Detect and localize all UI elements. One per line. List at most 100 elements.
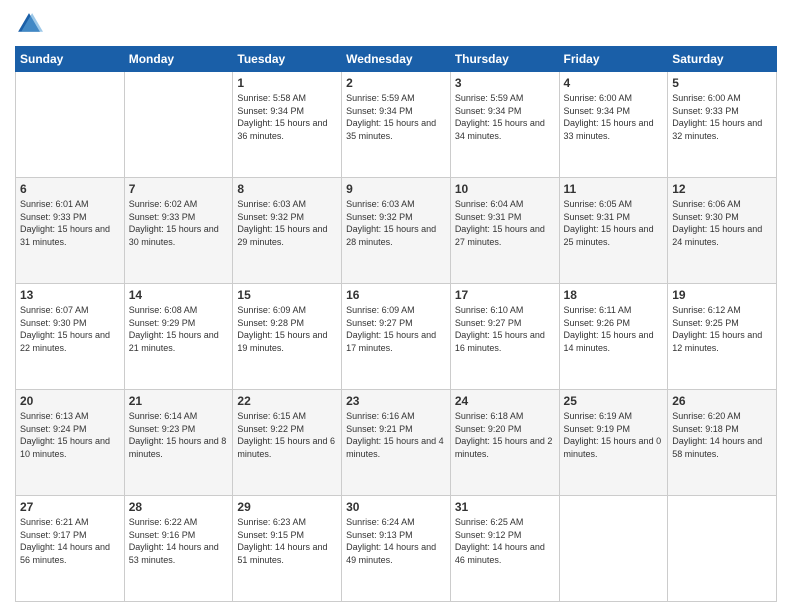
day-of-week-header: Saturday xyxy=(668,47,777,72)
day-info: Sunrise: 6:03 AMSunset: 9:32 PMDaylight:… xyxy=(346,198,446,248)
calendar-cell: 15 Sunrise: 6:09 AMSunset: 9:28 PMDayligh… xyxy=(233,284,342,390)
day-info: Sunrise: 6:10 AMSunset: 9:27 PMDaylight:… xyxy=(455,304,555,354)
day-number: 29 xyxy=(237,500,337,514)
day-number: 2 xyxy=(346,76,446,90)
calendar-cell: 19 Sunrise: 6:12 AMSunset: 9:25 PMDayligh… xyxy=(668,284,777,390)
day-number: 19 xyxy=(672,288,772,302)
calendar-week-row: 13 Sunrise: 6:07 AMSunset: 9:30 PMDayligh… xyxy=(16,284,777,390)
calendar-cell: 24 Sunrise: 6:18 AMSunset: 9:20 PMDayligh… xyxy=(450,390,559,496)
day-number: 13 xyxy=(20,288,120,302)
day-info: Sunrise: 5:59 AMSunset: 9:34 PMDaylight:… xyxy=(346,92,446,142)
day-info: Sunrise: 6:21 AMSunset: 9:17 PMDaylight:… xyxy=(20,516,120,566)
calendar-cell xyxy=(559,496,668,602)
day-info: Sunrise: 6:14 AMSunset: 9:23 PMDaylight:… xyxy=(129,410,229,460)
calendar-cell: 20 Sunrise: 6:13 AMSunset: 9:24 PMDayligh… xyxy=(16,390,125,496)
day-info: Sunrise: 6:06 AMSunset: 9:30 PMDaylight:… xyxy=(672,198,772,248)
day-of-week-header: Friday xyxy=(559,47,668,72)
day-info: Sunrise: 6:09 AMSunset: 9:27 PMDaylight:… xyxy=(346,304,446,354)
calendar-cell: 3 Sunrise: 5:59 AMSunset: 9:34 PMDaylight… xyxy=(450,72,559,178)
calendar-week-row: 1Sunrise: 5:58 AMSunset: 9:34 PMDaylight… xyxy=(16,72,777,178)
day-number: 24 xyxy=(455,394,555,408)
day-info: Sunrise: 6:01 AMSunset: 9:33 PMDaylight:… xyxy=(20,198,120,248)
calendar-header-row: SundayMondayTuesdayWednesdayThursdayFrid… xyxy=(16,47,777,72)
calendar-cell: 5 Sunrise: 6:00 AMSunset: 9:33 PMDaylight… xyxy=(668,72,777,178)
calendar-week-row: 20 Sunrise: 6:13 AMSunset: 9:24 PMDayligh… xyxy=(16,390,777,496)
day-info: Sunrise: 6:24 AMSunset: 9:13 PMDaylight:… xyxy=(346,516,446,566)
day-of-week-header: Wednesday xyxy=(342,47,451,72)
day-info: Sunrise: 6:25 AMSunset: 9:12 PMDaylight:… xyxy=(455,516,555,566)
calendar-cell: 22 Sunrise: 6:15 AMSunset: 9:22 PMDayligh… xyxy=(233,390,342,496)
day-info: Sunrise: 6:03 AMSunset: 9:32 PMDaylight:… xyxy=(237,198,337,248)
day-number: 10 xyxy=(455,182,555,196)
day-info: Sunrise: 6:00 AMSunset: 9:33 PMDaylight:… xyxy=(672,92,772,142)
day-number: 17 xyxy=(455,288,555,302)
calendar-cell: 16 Sunrise: 6:09 AMSunset: 9:27 PMDayligh… xyxy=(342,284,451,390)
day-number: 6 xyxy=(20,182,120,196)
day-info: Sunrise: 6:07 AMSunset: 9:30 PMDaylight:… xyxy=(20,304,120,354)
calendar-cell: 8 Sunrise: 6:03 AMSunset: 9:32 PMDaylight… xyxy=(233,178,342,284)
day-number: 22 xyxy=(237,394,337,408)
day-number: 28 xyxy=(129,500,229,514)
day-number: 18 xyxy=(564,288,664,302)
day-number: 30 xyxy=(346,500,446,514)
day-number: 11 xyxy=(564,182,664,196)
day-of-week-header: Sunday xyxy=(16,47,125,72)
calendar-table: SundayMondayTuesdayWednesdayThursdayFrid… xyxy=(15,46,777,602)
day-info: Sunrise: 6:13 AMSunset: 9:24 PMDaylight:… xyxy=(20,410,120,460)
day-info: Sunrise: 6:20 AMSunset: 9:18 PMDaylight:… xyxy=(672,410,772,460)
calendar-cell: 7Sunrise: 6:02 AMSunset: 9:33 PMDaylight… xyxy=(124,178,233,284)
calendar-cell: 13 Sunrise: 6:07 AMSunset: 9:30 PMDayligh… xyxy=(16,284,125,390)
calendar-cell: 11 Sunrise: 6:05 AMSunset: 9:31 PMDayligh… xyxy=(559,178,668,284)
day-info: Sunrise: 5:58 AMSunset: 9:34 PMDaylight:… xyxy=(237,92,337,142)
calendar-cell: 4Sunrise: 6:00 AMSunset: 9:34 PMDaylight… xyxy=(559,72,668,178)
day-info: Sunrise: 5:59 AMSunset: 9:34 PMDaylight:… xyxy=(455,92,555,142)
day-info: Sunrise: 6:19 AMSunset: 9:19 PMDaylight:… xyxy=(564,410,664,460)
calendar-week-row: 27 Sunrise: 6:21 AMSunset: 9:17 PMDayligh… xyxy=(16,496,777,602)
day-number: 23 xyxy=(346,394,446,408)
calendar-cell: 23 Sunrise: 6:16 AMSunset: 9:21 PMDayligh… xyxy=(342,390,451,496)
day-info: Sunrise: 6:08 AMSunset: 9:29 PMDaylight:… xyxy=(129,304,229,354)
day-info: Sunrise: 6:23 AMSunset: 9:15 PMDaylight:… xyxy=(237,516,337,566)
day-info: Sunrise: 6:02 AMSunset: 9:33 PMDaylight:… xyxy=(129,198,229,248)
day-number: 26 xyxy=(672,394,772,408)
day-number: 16 xyxy=(346,288,446,302)
day-info: Sunrise: 6:00 AMSunset: 9:34 PMDaylight:… xyxy=(564,92,664,142)
calendar-cell: 14Sunrise: 6:08 AMSunset: 9:29 PMDayligh… xyxy=(124,284,233,390)
calendar-cell: 18Sunrise: 6:11 AMSunset: 9:26 PMDayligh… xyxy=(559,284,668,390)
day-number: 21 xyxy=(129,394,229,408)
day-info: Sunrise: 6:12 AMSunset: 9:25 PMDaylight:… xyxy=(672,304,772,354)
day-number: 25 xyxy=(564,394,664,408)
calendar-cell: 29 Sunrise: 6:23 AMSunset: 9:15 PMDayligh… xyxy=(233,496,342,602)
calendar-cell: 31Sunrise: 6:25 AMSunset: 9:12 PMDayligh… xyxy=(450,496,559,602)
logo xyxy=(15,10,47,38)
day-number: 8 xyxy=(237,182,337,196)
day-info: Sunrise: 6:16 AMSunset: 9:21 PMDaylight:… xyxy=(346,410,446,460)
logo-icon xyxy=(15,10,43,38)
calendar-cell xyxy=(16,72,125,178)
calendar-cell: 1Sunrise: 5:58 AMSunset: 9:34 PMDaylight… xyxy=(233,72,342,178)
calendar-cell xyxy=(668,496,777,602)
day-info: Sunrise: 6:05 AMSunset: 9:31 PMDaylight:… xyxy=(564,198,664,248)
calendar-cell: 10 Sunrise: 6:04 AMSunset: 9:31 PMDayligh… xyxy=(450,178,559,284)
calendar-cell: 9Sunrise: 6:03 AMSunset: 9:32 PMDaylight… xyxy=(342,178,451,284)
day-info: Sunrise: 6:04 AMSunset: 9:31 PMDaylight:… xyxy=(455,198,555,248)
day-info: Sunrise: 6:15 AMSunset: 9:22 PMDaylight:… xyxy=(237,410,337,460)
calendar-cell: 17 Sunrise: 6:10 AMSunset: 9:27 PMDayligh… xyxy=(450,284,559,390)
calendar-week-row: 6 Sunrise: 6:01 AMSunset: 9:33 PMDaylight… xyxy=(16,178,777,284)
day-number: 15 xyxy=(237,288,337,302)
day-of-week-header: Thursday xyxy=(450,47,559,72)
day-number: 27 xyxy=(20,500,120,514)
day-number: 3 xyxy=(455,76,555,90)
calendar-cell xyxy=(124,72,233,178)
day-number: 20 xyxy=(20,394,120,408)
day-number: 5 xyxy=(672,76,772,90)
day-of-week-header: Monday xyxy=(124,47,233,72)
calendar-cell: 21 Sunrise: 6:14 AMSunset: 9:23 PMDayligh… xyxy=(124,390,233,496)
calendar-cell: 26 Sunrise: 6:20 AMSunset: 9:18 PMDayligh… xyxy=(668,390,777,496)
day-info: Sunrise: 6:18 AMSunset: 9:20 PMDaylight:… xyxy=(455,410,555,460)
day-info: Sunrise: 6:09 AMSunset: 9:28 PMDaylight:… xyxy=(237,304,337,354)
calendar-cell: 28Sunrise: 6:22 AMSunset: 9:16 PMDayligh… xyxy=(124,496,233,602)
calendar-cell: 12 Sunrise: 6:06 AMSunset: 9:30 PMDayligh… xyxy=(668,178,777,284)
day-number: 12 xyxy=(672,182,772,196)
page: SundayMondayTuesdayWednesdayThursdayFrid… xyxy=(0,0,792,612)
